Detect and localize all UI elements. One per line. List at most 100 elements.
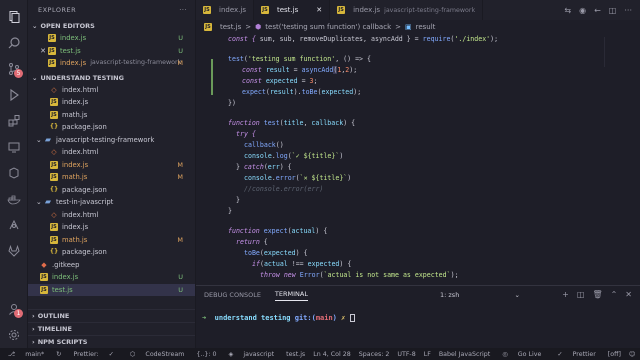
extensions-icon[interactable] [0,108,28,134]
cursor-position[interactable]: Ln 4, Col 28 [309,351,355,358]
open-editors-header[interactable]: ⌄ OPEN EDITORS [28,20,195,32]
code-line: }) [228,99,236,107]
more-actions-icon[interactable]: ··· [624,6,632,15]
html-file-icon: ◇ [51,210,57,219]
trash-icon[interactable]: 🗑 [592,290,602,299]
eslint-status[interactable]: [off] [604,351,625,358]
codestream-icon[interactable] [0,160,28,186]
file-package-json[interactable]: {} package.json [28,246,195,259]
codestream-icon: ⬡ [129,350,138,358]
go-back-icon[interactable]: ← [594,6,601,15]
code-comment: //console.error(err) [244,185,324,193]
tab-terminal[interactable]: TERMINAL [274,290,308,301]
tab-debug-console[interactable]: DEBUG CONSOLE [204,291,261,299]
encoding-status[interactable]: UTF-8 [393,351,419,358]
terminal-prompt[interactable]: ➜ understand testing git:(main) ✗ [202,314,355,322]
more-actions-icon[interactable]: ··· [179,0,187,20]
close-icon[interactable]: ✕ [625,290,632,299]
breadcrumb-file[interactable]: test.js [220,23,241,31]
chevron-up-icon[interactable]: ⌃ [611,290,618,299]
settings-gear-icon[interactable] [0,322,28,348]
file-index-html[interactable]: ◇ index.html [28,84,195,97]
chevron-down-icon: ⌄ [32,22,38,30]
tab-index-js[interactable]: JS index.js [196,0,254,20]
code-line: const result = asyncAdd(1,2); [242,66,358,74]
npm-scripts-header[interactable]: › NPM SCRIPTS [28,335,195,348]
breadcrumb-function[interactable]: test('testing sum function') callback [265,23,391,31]
folder-javascript-testing-framework[interactable]: ⌄ ▰ javascript-testing-framework [28,134,195,147]
tab-index-js-framework[interactable]: JS index.js javascript-testing-framework [330,0,484,20]
split-editor-icon[interactable]: ◫ [609,6,617,15]
code-line: function test(title, callback) { [228,119,356,127]
file-package-json[interactable]: {} package.json [28,121,195,134]
terminal-select[interactable]: 1: zsh ⌄ [440,291,520,299]
prettier-right-status[interactable]: ✓ Prettier [549,351,603,358]
git-icon[interactable]: ◉ [579,6,586,15]
tab-test-js[interactable]: JS test.js ✕ [253,0,331,20]
folder-test-in-javascript[interactable]: ⌄ ▰ test-in-javascript [28,196,195,209]
go-live-button[interactable]: ◎ Go Live [494,351,549,358]
file-index-js[interactable]: JS index.js [28,96,195,109]
language-mode[interactable]: Babel JavaScript [435,351,494,358]
js-file-icon: JS [203,6,211,14]
folder-icon: ▰ [44,197,52,206]
branch-status[interactable]: ⎇ main* [0,351,52,358]
file-index-html[interactable]: ◇ index.html [28,209,195,222]
breadcrumb-variable[interactable]: result [416,23,436,31]
bracket-status[interactable]: {..}: 0 [192,351,220,358]
close-icon[interactable]: ✕ [316,6,322,14]
file-index-html[interactable]: ◇ index.html [28,146,195,159]
live-share-icon[interactable] [0,212,28,238]
branch-icon: ⎇ [8,350,18,358]
html-file-icon: ◇ [51,85,57,94]
json-file-icon: {} [49,248,59,255]
open-editor-index-js-framework[interactable]: JS index.js javascript-testing-framework… [28,57,195,70]
open-editor-test-js[interactable]: ✕ JS test.js U [28,45,195,58]
minimap[interactable] [604,37,634,67]
js-file-icon: JS [48,46,56,55]
indentation-status[interactable]: Spaces: 2 [355,351,394,358]
js-file-icon: JS [50,235,58,244]
remote-explorer-icon[interactable] [0,134,28,160]
search-icon[interactable] [0,30,28,56]
prettier-status[interactable]: Prettier: ✓ [65,351,121,358]
feedback-icon[interactable]: ☺ [625,351,640,358]
file-test-js[interactable]: JS test.js U [28,283,195,296]
file-index-js[interactable]: JS index.js M [28,159,195,172]
code-line: return { [236,238,268,246]
docker-icon[interactable] [0,186,28,212]
close-icon[interactable]: ✕ [38,45,48,58]
file-math-js[interactable]: JS math.js [28,109,195,122]
file-math-js[interactable]: JS math.js M [28,234,195,247]
code-line: const expected = 3; [242,77,318,85]
timeline-header[interactable]: › TIMELINE [28,322,195,335]
gitlab-icon[interactable] [0,238,28,264]
source-control-icon[interactable]: 5 [0,56,28,82]
explorer-icon[interactable] [0,4,28,30]
open-editor-index-js[interactable]: JS index.js U [28,32,195,45]
file-status[interactable]: test.js [282,351,309,358]
sync-icon[interactable]: ↻ [52,351,65,358]
code-editor[interactable]: const { sum, sub, removeDuplicates, asyn… [196,33,640,280]
file-index-js[interactable]: JS index.js [28,221,195,234]
codestream-status[interactable]: ⬡ CodeStream [122,351,192,358]
js-file-icon: JS [48,59,56,68]
file-index-js[interactable]: JS index.js U [28,271,195,284]
variable-icon: ▣ [405,22,412,31]
json-file-icon: {} [49,123,59,130]
compare-icon[interactable]: ⇆ [564,6,571,15]
language-status[interactable]: ◈ javascript [220,351,282,358]
code-line: const { sum, sub, removeDuplicates, asyn… [228,35,499,43]
outline-header[interactable]: › OUTLINE [28,309,195,322]
split-terminal-icon[interactable]: ◫ [577,290,585,299]
eol-status[interactable]: LF [420,351,435,358]
file-gitkeep[interactable]: ◆ .gitkeep [28,259,195,272]
new-terminal-icon[interactable]: + [562,290,569,299]
file-package-json[interactable]: {} package.json [28,184,195,197]
run-debug-icon[interactable] [0,82,28,108]
editor-tabs: JS index.js JS test.js ✕ JS index.js jav… [196,0,640,20]
file-math-js[interactable]: JS math.js M [28,171,195,184]
account-icon[interactable]: 1 [0,296,28,322]
function-icon: ⬢ [255,22,262,31]
project-header[interactable]: ⌄ UNDERSTAND TESTING [28,72,195,84]
